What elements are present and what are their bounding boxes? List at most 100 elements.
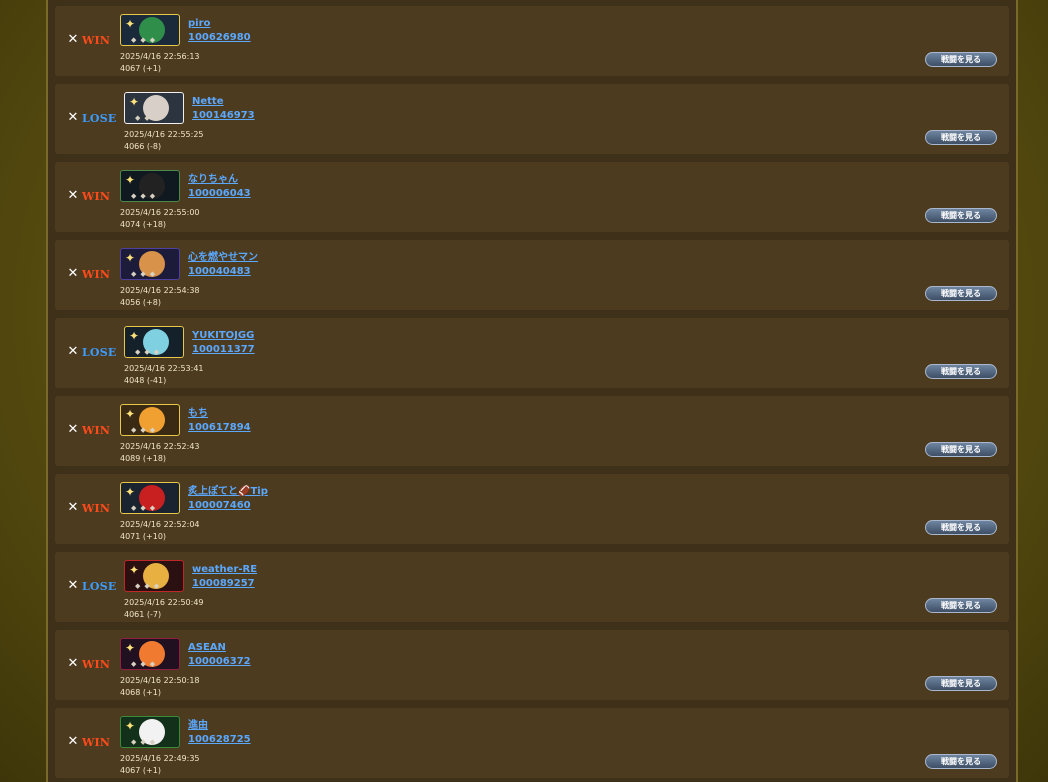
watch-battle-button[interactable]: 戦闘を見る (925, 754, 997, 769)
equipment-icons: ◆◆◆ (131, 192, 160, 200)
player-id-link[interactable]: 100628725 (188, 734, 251, 746)
player-id-link[interactable]: 100011377 (192, 344, 255, 356)
player-name-link[interactable]: piro (188, 18, 210, 30)
player-name-link[interactable]: 進由 (188, 720, 208, 732)
watch-battle-button[interactable]: 戦闘を見る (925, 676, 997, 691)
rating-change: 4071 (+10) (120, 532, 167, 541)
battle-datetime: 2025/4/16 22:55:25 (124, 130, 204, 139)
result-indicator: ✕ WIN (66, 501, 110, 515)
battle-datetime: 2025/4/16 22:50:49 (124, 598, 204, 607)
rank-emblem-icon: ✦ (124, 641, 136, 655)
player-name-link[interactable]: 心を燃やせマン (188, 252, 258, 264)
battle-row: ✕ WIN ✦ ◆◆◆ 心を燃やせマン 100040483 2025/4/16 … (55, 240, 1009, 310)
watch-battle-button[interactable]: 戦闘を見る (925, 208, 997, 223)
result-indicator: ✕ LOSE (66, 578, 117, 593)
crossed-swords-icon: ✕ (67, 578, 79, 593)
result-label: LOSE (82, 579, 117, 593)
rank-emblem-icon: ✦ (124, 17, 136, 31)
player-name-link[interactable]: YUKITOJGG (192, 330, 254, 342)
rating-change: 4074 (+18) (120, 220, 167, 229)
result-indicator: ✕ WIN (66, 657, 110, 671)
battle-datetime: 2025/4/16 22:55:00 (120, 208, 200, 217)
player-avatar[interactable]: ✦ ◆◆◆ (120, 716, 180, 748)
result-label: WIN (82, 267, 111, 281)
player-avatar[interactable]: ✦ ◆◆◆ (124, 560, 184, 592)
rank-emblem-icon: ✦ (124, 407, 136, 421)
equipment-icons: ◆◆◆ (131, 36, 160, 44)
rank-emblem-icon: ✦ (124, 251, 136, 265)
player-id-link[interactable]: 100006043 (188, 188, 251, 200)
result-indicator: ✕ WIN (66, 423, 110, 437)
result-label: WIN (82, 33, 111, 47)
result-label: WIN (82, 735, 111, 749)
watch-battle-button[interactable]: 戦闘を見る (925, 52, 997, 67)
crossed-swords-icon: ✕ (67, 734, 79, 749)
player-avatar[interactable]: ✦ ◆◆◆ (120, 404, 180, 436)
result-label: WIN (82, 423, 111, 437)
equipment-icons: ◆◆◆ (135, 114, 164, 122)
player-id-link[interactable]: 100617894 (188, 422, 251, 434)
watch-battle-button[interactable]: 戦闘を見る (925, 442, 997, 457)
watch-battle-button[interactable]: 戦闘を見る (925, 520, 997, 535)
player-name-link[interactable]: なりちゃん (188, 174, 238, 186)
rating-change: 4048 (-41) (124, 376, 167, 385)
battle-datetime: 2025/4/16 22:49:35 (120, 754, 200, 763)
result-indicator: ✕ WIN (66, 735, 110, 749)
player-name-link[interactable]: weather-RE (192, 564, 257, 576)
player-id-link[interactable]: 100089257 (192, 578, 255, 590)
rating-change: 4066 (-8) (124, 142, 162, 151)
result-label: WIN (82, 501, 111, 515)
player-avatar[interactable]: ✦ ◆◆◆ (120, 14, 180, 46)
rank-emblem-icon: ✦ (128, 563, 140, 577)
result-label: LOSE (82, 111, 117, 125)
crossed-swords-icon: ✕ (67, 500, 79, 515)
crossed-swords-icon: ✕ (67, 266, 79, 281)
battle-row: ✕ LOSE ✦ ◆◆◆ YUKITOJGG 100011377 2025/4/… (55, 318, 1009, 388)
player-avatar[interactable]: ✦ ◆◆◆ (120, 482, 180, 514)
player-id-link[interactable]: 100007460 (188, 500, 251, 512)
equipment-icons: ◆◆◆ (131, 504, 160, 512)
player-name-link[interactable]: Nette (192, 96, 224, 108)
player-name-link[interactable]: ASEAN (188, 642, 226, 654)
watch-battle-button[interactable]: 戦闘を見る (925, 130, 997, 145)
battle-row: ✕ WIN ✦ ◆◆◆ もち 100617894 2025/4/16 22:52… (55, 396, 1009, 466)
battle-row: ✕ LOSE ✦ ◆◆◆ Nette 100146973 2025/4/16 2… (55, 84, 1009, 154)
battle-datetime: 2025/4/16 22:52:04 (120, 520, 200, 529)
battle-row: ✕ WIN ✦ ◆◆◆ 炙上ぽてと🏈Tip 100007460 2025/4/1… (55, 474, 1009, 544)
battle-row: ✕ WIN ✦ ◆◆◆ piro 100626980 2025/4/16 22:… (55, 6, 1009, 76)
player-id-link[interactable]: 100146973 (192, 110, 255, 122)
result-indicator: ✕ WIN (66, 267, 110, 281)
crossed-swords-icon: ✕ (67, 422, 79, 437)
equipment-icons: ◆◆◆ (131, 426, 160, 434)
rating-change: 4068 (+1) (120, 688, 161, 697)
rank-emblem-icon: ✦ (128, 95, 140, 109)
rank-emblem-icon: ✦ (124, 485, 136, 499)
equipment-icons: ◆◆◆ (131, 738, 160, 746)
equipment-icons: ◆◆◆ (131, 660, 160, 668)
battle-row: ✕ WIN ✦ ◆◆◆ ASEAN 100006372 2025/4/16 22… (55, 630, 1009, 700)
player-avatar[interactable]: ✦ ◆◆◆ (124, 92, 184, 124)
player-avatar[interactable]: ✦ ◆◆◆ (120, 170, 180, 202)
player-name-link[interactable]: もち (188, 408, 208, 420)
player-avatar[interactable]: ✦ ◆◆◆ (120, 638, 180, 670)
result-label: LOSE (82, 345, 117, 359)
rating-change: 4061 (-7) (124, 610, 162, 619)
battle-row: ✕ WIN ✦ ◆◆◆ 進由 100628725 2025/4/16 22:49… (55, 708, 1009, 778)
player-id-link[interactable]: 100040483 (188, 266, 251, 278)
player-name-link[interactable]: 炙上ぽてと🏈Tip (188, 486, 268, 498)
equipment-icons: ◆◆◆ (135, 582, 164, 590)
player-avatar[interactable]: ✦ ◆◆◆ (120, 248, 180, 280)
player-id-link[interactable]: 100626980 (188, 32, 251, 44)
player-avatar[interactable]: ✦ ◆◆◆ (124, 326, 184, 358)
crossed-swords-icon: ✕ (67, 32, 79, 47)
watch-battle-button[interactable]: 戦闘を見る (925, 286, 997, 301)
watch-battle-button[interactable]: 戦闘を見る (925, 598, 997, 613)
watch-battle-button[interactable]: 戦闘を見る (925, 364, 997, 379)
result-label: WIN (82, 657, 111, 671)
rating-change: 4067 (+1) (120, 64, 161, 73)
player-id-link[interactable]: 100006372 (188, 656, 251, 668)
equipment-icons: ◆◆◆ (135, 348, 164, 356)
crossed-swords-icon: ✕ (67, 344, 79, 359)
result-label: WIN (82, 189, 111, 203)
result-indicator: ✕ WIN (66, 189, 110, 203)
